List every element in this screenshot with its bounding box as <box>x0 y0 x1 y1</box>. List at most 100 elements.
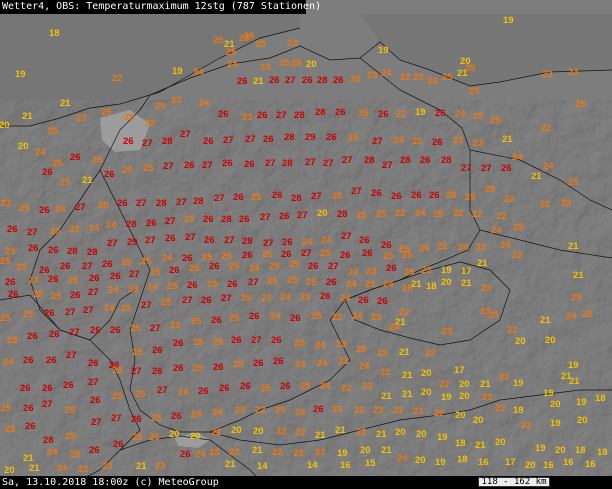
station-value: 20 <box>169 429 180 440</box>
station-value: 26 <box>280 381 291 392</box>
station-value: 20 <box>525 460 536 471</box>
station-value: 26 <box>25 421 36 432</box>
station-value: 25 <box>65 431 76 442</box>
station-value: 22 <box>295 427 306 438</box>
station-value: 28 <box>317 75 328 86</box>
station-value: 23 <box>413 406 424 417</box>
station-value: 26 <box>117 198 128 209</box>
station-value: 19 <box>550 418 561 429</box>
station-value: 26 <box>90 325 101 336</box>
station-value: 25 <box>465 192 476 203</box>
station-value: 25 <box>442 72 453 83</box>
station-value: 19 <box>435 457 446 468</box>
station-value: 22 <box>356 427 367 438</box>
station-value: 25 <box>241 293 252 304</box>
station-value: 23 <box>338 356 349 367</box>
station-value: 26 <box>70 152 81 163</box>
station-value: 22 <box>145 118 156 129</box>
station-value: 22 <box>332 312 343 323</box>
station-value: 24 <box>566 311 577 322</box>
station-value: 25 <box>98 200 109 211</box>
station-value: 17 <box>454 365 465 376</box>
station-value: 24 <box>383 279 394 290</box>
station-value: 25 <box>404 267 415 278</box>
scale-indicator: 118 - 162 km <box>478 477 550 487</box>
station-value: 25 <box>155 101 166 112</box>
station-value: 21 <box>568 241 579 252</box>
station-value: 22 <box>540 199 551 210</box>
station-value: 26 <box>110 271 121 282</box>
station-value: 25 <box>371 312 382 323</box>
station-value: 27 <box>305 157 316 168</box>
station-value: 22 <box>499 372 510 383</box>
station-value: 26 <box>335 107 346 118</box>
station-value: 25 <box>229 261 240 272</box>
station-value: 24 <box>47 447 58 458</box>
station-value: 26 <box>27 331 38 342</box>
station-value: 24 <box>543 161 554 172</box>
station-value: 16 <box>340 460 351 471</box>
station-value: 20 <box>441 277 452 288</box>
station-value: 25 <box>192 363 203 374</box>
station-value: 28 <box>294 110 305 121</box>
station-value: 26 <box>429 190 440 201</box>
station-value: 20 <box>515 336 526 347</box>
station-value: 21 <box>402 389 413 400</box>
station-value: 25 <box>320 248 331 259</box>
station-value: 25 <box>255 39 266 50</box>
station-value: 22 <box>504 194 515 205</box>
station-value: 19 <box>415 107 426 118</box>
station-value: 20 <box>416 429 427 440</box>
station-value: 26 <box>152 345 163 356</box>
station-value: 18 <box>575 445 586 456</box>
station-value: 23 <box>336 339 347 350</box>
station-value: 27 <box>382 160 393 171</box>
station-value: 26 <box>242 250 253 261</box>
station-value: 24 <box>178 387 189 398</box>
station-value: 21 <box>381 391 392 402</box>
station-value: 26 <box>377 296 388 307</box>
station-value: 26 <box>302 75 313 86</box>
station-value: 25 <box>402 250 413 261</box>
station-value: 25 <box>112 391 123 402</box>
station-value: 26 <box>46 355 57 366</box>
station-value: 25 <box>311 311 322 322</box>
station-value: 20 <box>459 379 470 390</box>
station-value: 25 <box>151 413 162 424</box>
station-value: 26 <box>8 289 19 300</box>
station-value: 25 <box>262 249 273 260</box>
map-title: Wetter4, OBS: Temperaturmaximum 12stg (7… <box>0 0 322 14</box>
station-value: 26 <box>263 134 274 145</box>
station-value: 27 <box>260 212 271 223</box>
station-value: 23 <box>261 293 272 304</box>
station-value: 27 <box>27 227 38 238</box>
station-value: 24 <box>270 311 281 322</box>
station-value: 27 <box>165 216 176 227</box>
station-value: 25 <box>150 267 161 278</box>
station-value: 22 <box>1 198 12 209</box>
station-value: 25 <box>376 209 387 220</box>
station-value: 23 <box>362 381 373 392</box>
station-value: 26 <box>173 363 184 374</box>
station-value: 26 <box>23 355 34 366</box>
station-value: 21 <box>253 76 264 87</box>
station-value: 28 <box>441 155 452 166</box>
station-value: 25 <box>184 214 195 225</box>
station-value: 26 <box>173 338 184 349</box>
station-value: 23 <box>171 95 182 106</box>
station-value: 24 <box>397 453 408 464</box>
station-value: 19 <box>513 378 524 389</box>
station-value: 21 <box>531 171 542 182</box>
station-value: 22 <box>472 209 483 220</box>
station-value: 28 <box>364 155 375 166</box>
station-value: 26 <box>391 191 402 202</box>
station-value: 20 <box>460 56 471 67</box>
station-value: 23 <box>209 447 220 458</box>
station-value: 22 <box>255 405 266 416</box>
station-value: 25 <box>269 261 280 272</box>
station-value: 23 <box>242 112 253 123</box>
station-value: 26 <box>411 190 422 201</box>
station-value: 25 <box>5 424 16 435</box>
station-value: 26 <box>180 449 191 460</box>
station-value: 22 <box>439 379 450 390</box>
